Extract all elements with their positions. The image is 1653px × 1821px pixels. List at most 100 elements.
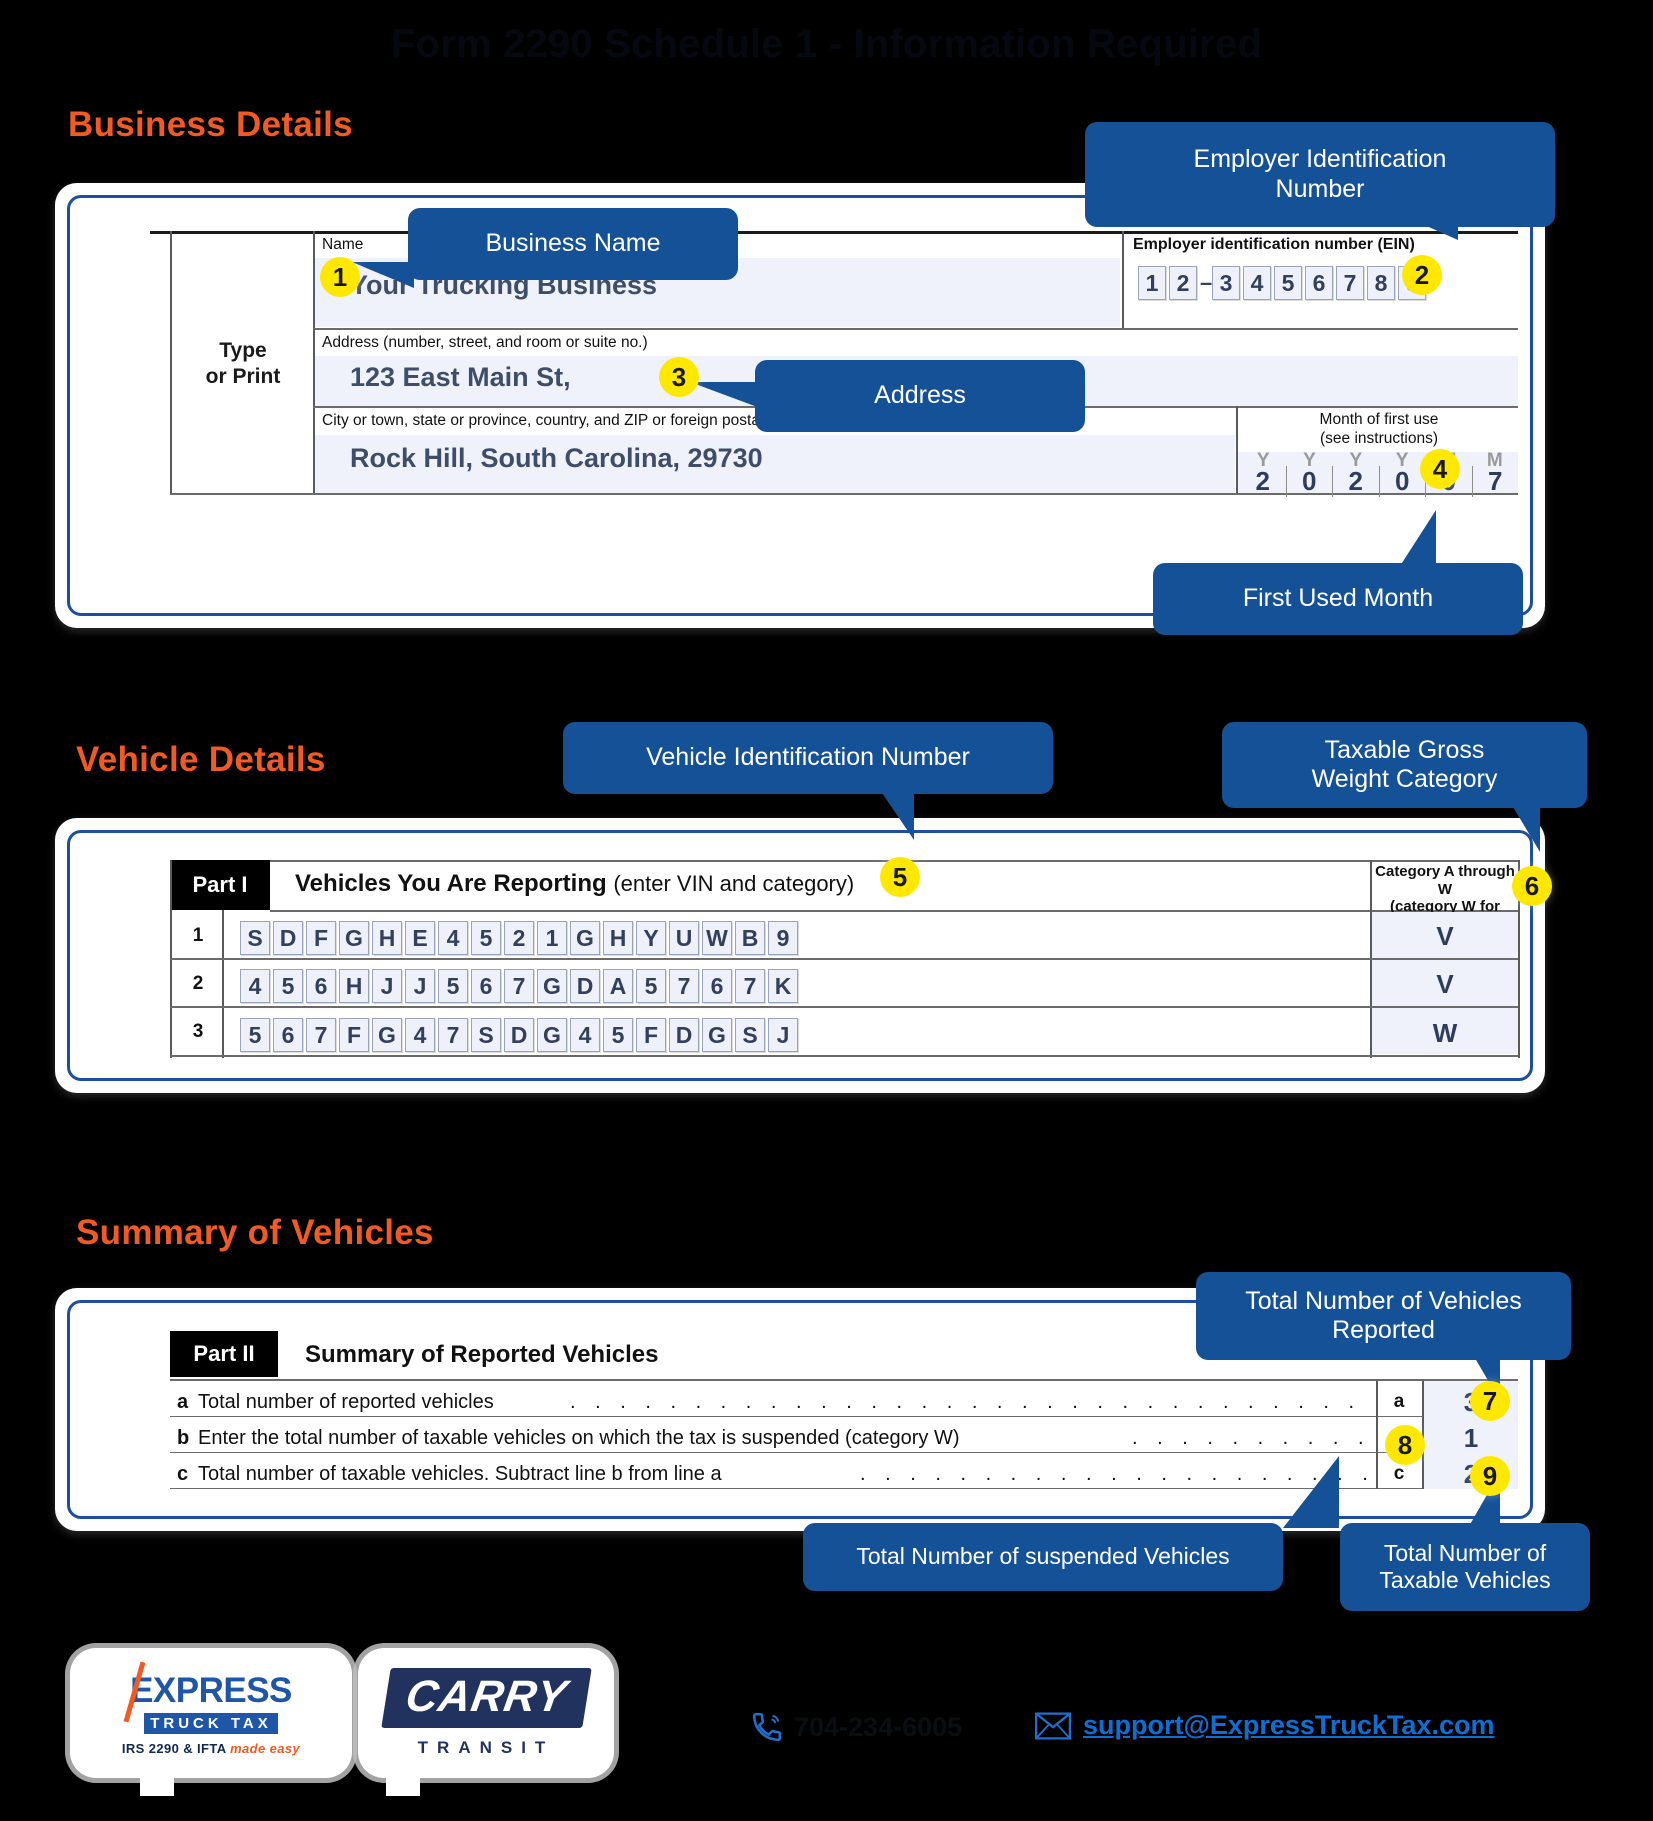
ein-digit: 3 <box>1212 266 1240 300</box>
vin-char: D <box>570 969 600 1003</box>
vin-char: 5 <box>471 921 501 955</box>
section-heading-summary: Summary of Vehicles <box>76 1213 434 1252</box>
marker-5: 5 <box>880 857 920 897</box>
marker-2: 2 <box>1402 255 1442 295</box>
callout-business-name-tail <box>352 262 414 288</box>
vin-char: 4 <box>405 1018 435 1052</box>
vin-char: J <box>405 969 435 1003</box>
footer-phone[interactable]: 704-234-6005 <box>750 1710 962 1744</box>
summary-row-text: Total number of reported vehicles <box>198 1391 494 1413</box>
transit-wordmark: TRANSIT <box>417 1738 555 1757</box>
phone-icon <box>752 1712 782 1742</box>
part2-row-b-divider <box>170 1452 1518 1453</box>
vin-char: 5 <box>273 969 303 1003</box>
callout-total-reported-line1: Total Number of Vehicles <box>1245 1286 1522 1315</box>
vin-char: G <box>537 969 567 1003</box>
part1-header-rule <box>270 910 1518 912</box>
vin-char: F <box>339 1018 369 1052</box>
vin-char: 7 <box>504 969 534 1003</box>
callout-first-used-month: First Used Month <box>1153 563 1523 635</box>
section-heading-business-details: Business Details <box>68 105 353 144</box>
summary-row-letter: c <box>177 1463 189 1485</box>
summary-value-suspended: 1 <box>1463 1423 1479 1453</box>
vin-char: Y <box>636 921 666 955</box>
vin-char: 4 <box>240 969 270 1003</box>
summary-box-letter: a <box>1393 1391 1405 1412</box>
marker-4: 4 <box>1420 449 1460 489</box>
callout-address: Address <box>755 360 1085 432</box>
ein-digit: 6 <box>1305 266 1333 300</box>
vehicle-row-number: 2 <box>192 973 204 994</box>
vin-char: G <box>339 921 369 955</box>
marker-7: 7 <box>1470 1381 1510 1421</box>
infographic-page: Form 2290 Schedule 1 - Information Requi… <box>0 0 1653 1821</box>
callout-total-reported-line2: Reported <box>1332 1316 1435 1344</box>
vin-char: J <box>768 1018 798 1052</box>
callout-vin: Vehicle Identification Number <box>563 722 1053 794</box>
vin-char: F <box>306 921 336 955</box>
vin-char: 7 <box>306 1018 336 1052</box>
vin-char: 6 <box>273 1018 303 1052</box>
vin-char: 7 <box>438 1018 468 1052</box>
callout-vin-tail <box>880 790 914 840</box>
vin-char: H <box>339 969 369 1003</box>
ein-field-label: Employer identification number (EIN) <box>1133 236 1415 253</box>
type-or-print-label: Type or Print <box>205 339 281 389</box>
callout-first-used-month-tail <box>1400 510 1436 566</box>
callout-total-taxable-line1: Total Number of <box>1383 1539 1547 1566</box>
truck-tax-wordmark: TRUCK TAX <box>144 1712 278 1734</box>
summary-row-letter: b <box>177 1427 190 1449</box>
month-digit: 0 <box>1380 466 1426 497</box>
vin-char: S <box>471 1018 501 1052</box>
vin-char: 7 <box>669 969 699 1003</box>
part2-header-rule <box>170 1379 1518 1381</box>
city-field-label: City or town, state or province, country… <box>322 412 802 429</box>
express-truck-tax-logo-card: EXPRESS TRUCK TAX IRS 2290 & IFTA made e… <box>70 1648 352 1796</box>
ein-digit: 8 <box>1367 266 1395 300</box>
callout-ein-line2: Number <box>1275 174 1365 203</box>
envelope-icon <box>1035 1712 1071 1739</box>
part1-rownum-divider <box>222 910 224 1058</box>
footer-email[interactable]: support@ExpressTruckTax.com <box>1035 1710 1494 1741</box>
ein-digit: 5 <box>1274 266 1302 300</box>
name-row-divider <box>313 328 1518 330</box>
vin-char: S <box>735 1018 765 1052</box>
vin-char: 4 <box>570 1018 600 1052</box>
vin-char: G <box>537 1018 567 1052</box>
callout-total-reported: Total Number of Vehicles Reported <box>1196 1272 1571 1360</box>
support-email[interactable]: support@ExpressTruckTax.com <box>1083 1710 1494 1741</box>
callout-weight-line2: Weight Category <box>1311 765 1498 793</box>
callout-total-taxable-line2: Taxable Vehicles <box>1379 1567 1551 1593</box>
month-digit: 2 <box>1333 466 1380 497</box>
vehicle-row-number: 3 <box>192 1021 204 1042</box>
vin-char: J <box>372 969 402 1003</box>
express-wordmark: EXPRESS <box>130 1670 292 1710</box>
vin-char: 5 <box>240 1018 270 1052</box>
ein-column-divider <box>1122 231 1124 328</box>
summary-row-dots: . . . . . . . . . . <box>1132 1427 1371 1449</box>
callout-total-suspended-tail <box>1283 1456 1339 1528</box>
vin-char: G <box>702 1018 732 1052</box>
vehicle-category-value: V <box>1436 969 1454 999</box>
vin-char: K <box>768 969 798 1003</box>
callout-business-name: Business Name <box>408 208 738 280</box>
month-digit-row: 2 0 2 0 0 7 <box>1240 466 1518 497</box>
vin-char: H <box>372 921 402 955</box>
page-title: Form 2290 Schedule 1 - Information Requi… <box>390 22 1262 66</box>
vehicle-details-card: Part I Vehicles You Are Reporting (enter… <box>55 818 1545 1093</box>
part2-title: Summary of Reported Vehicles <box>305 1341 659 1368</box>
carry-plate: CARRY <box>380 1668 592 1728</box>
summary-row-text: Enter the total number of taxable vehicl… <box>198 1427 960 1449</box>
vin-char: 6 <box>471 969 501 1003</box>
carry-transit-logo: CARRY TRANSIT <box>358 1648 614 1778</box>
callout-weight-line1: Taxable Gross <box>1324 735 1485 764</box>
vin-char: G <box>570 921 600 955</box>
summary-row-text: Total number of taxable vehicles. Subtra… <box>198 1463 722 1485</box>
part1-chip: Part I <box>170 860 270 910</box>
callout-ein-tail <box>1404 216 1458 240</box>
vehicle-category-value: V <box>1436 921 1454 951</box>
ein-boxes: 12–3456789 <box>1138 266 1429 300</box>
callout-ein-line1: Employer Identification <box>1193 145 1447 173</box>
vin-char: 5 <box>636 969 666 1003</box>
section-heading-vehicle-details: Vehicle Details <box>76 740 326 779</box>
